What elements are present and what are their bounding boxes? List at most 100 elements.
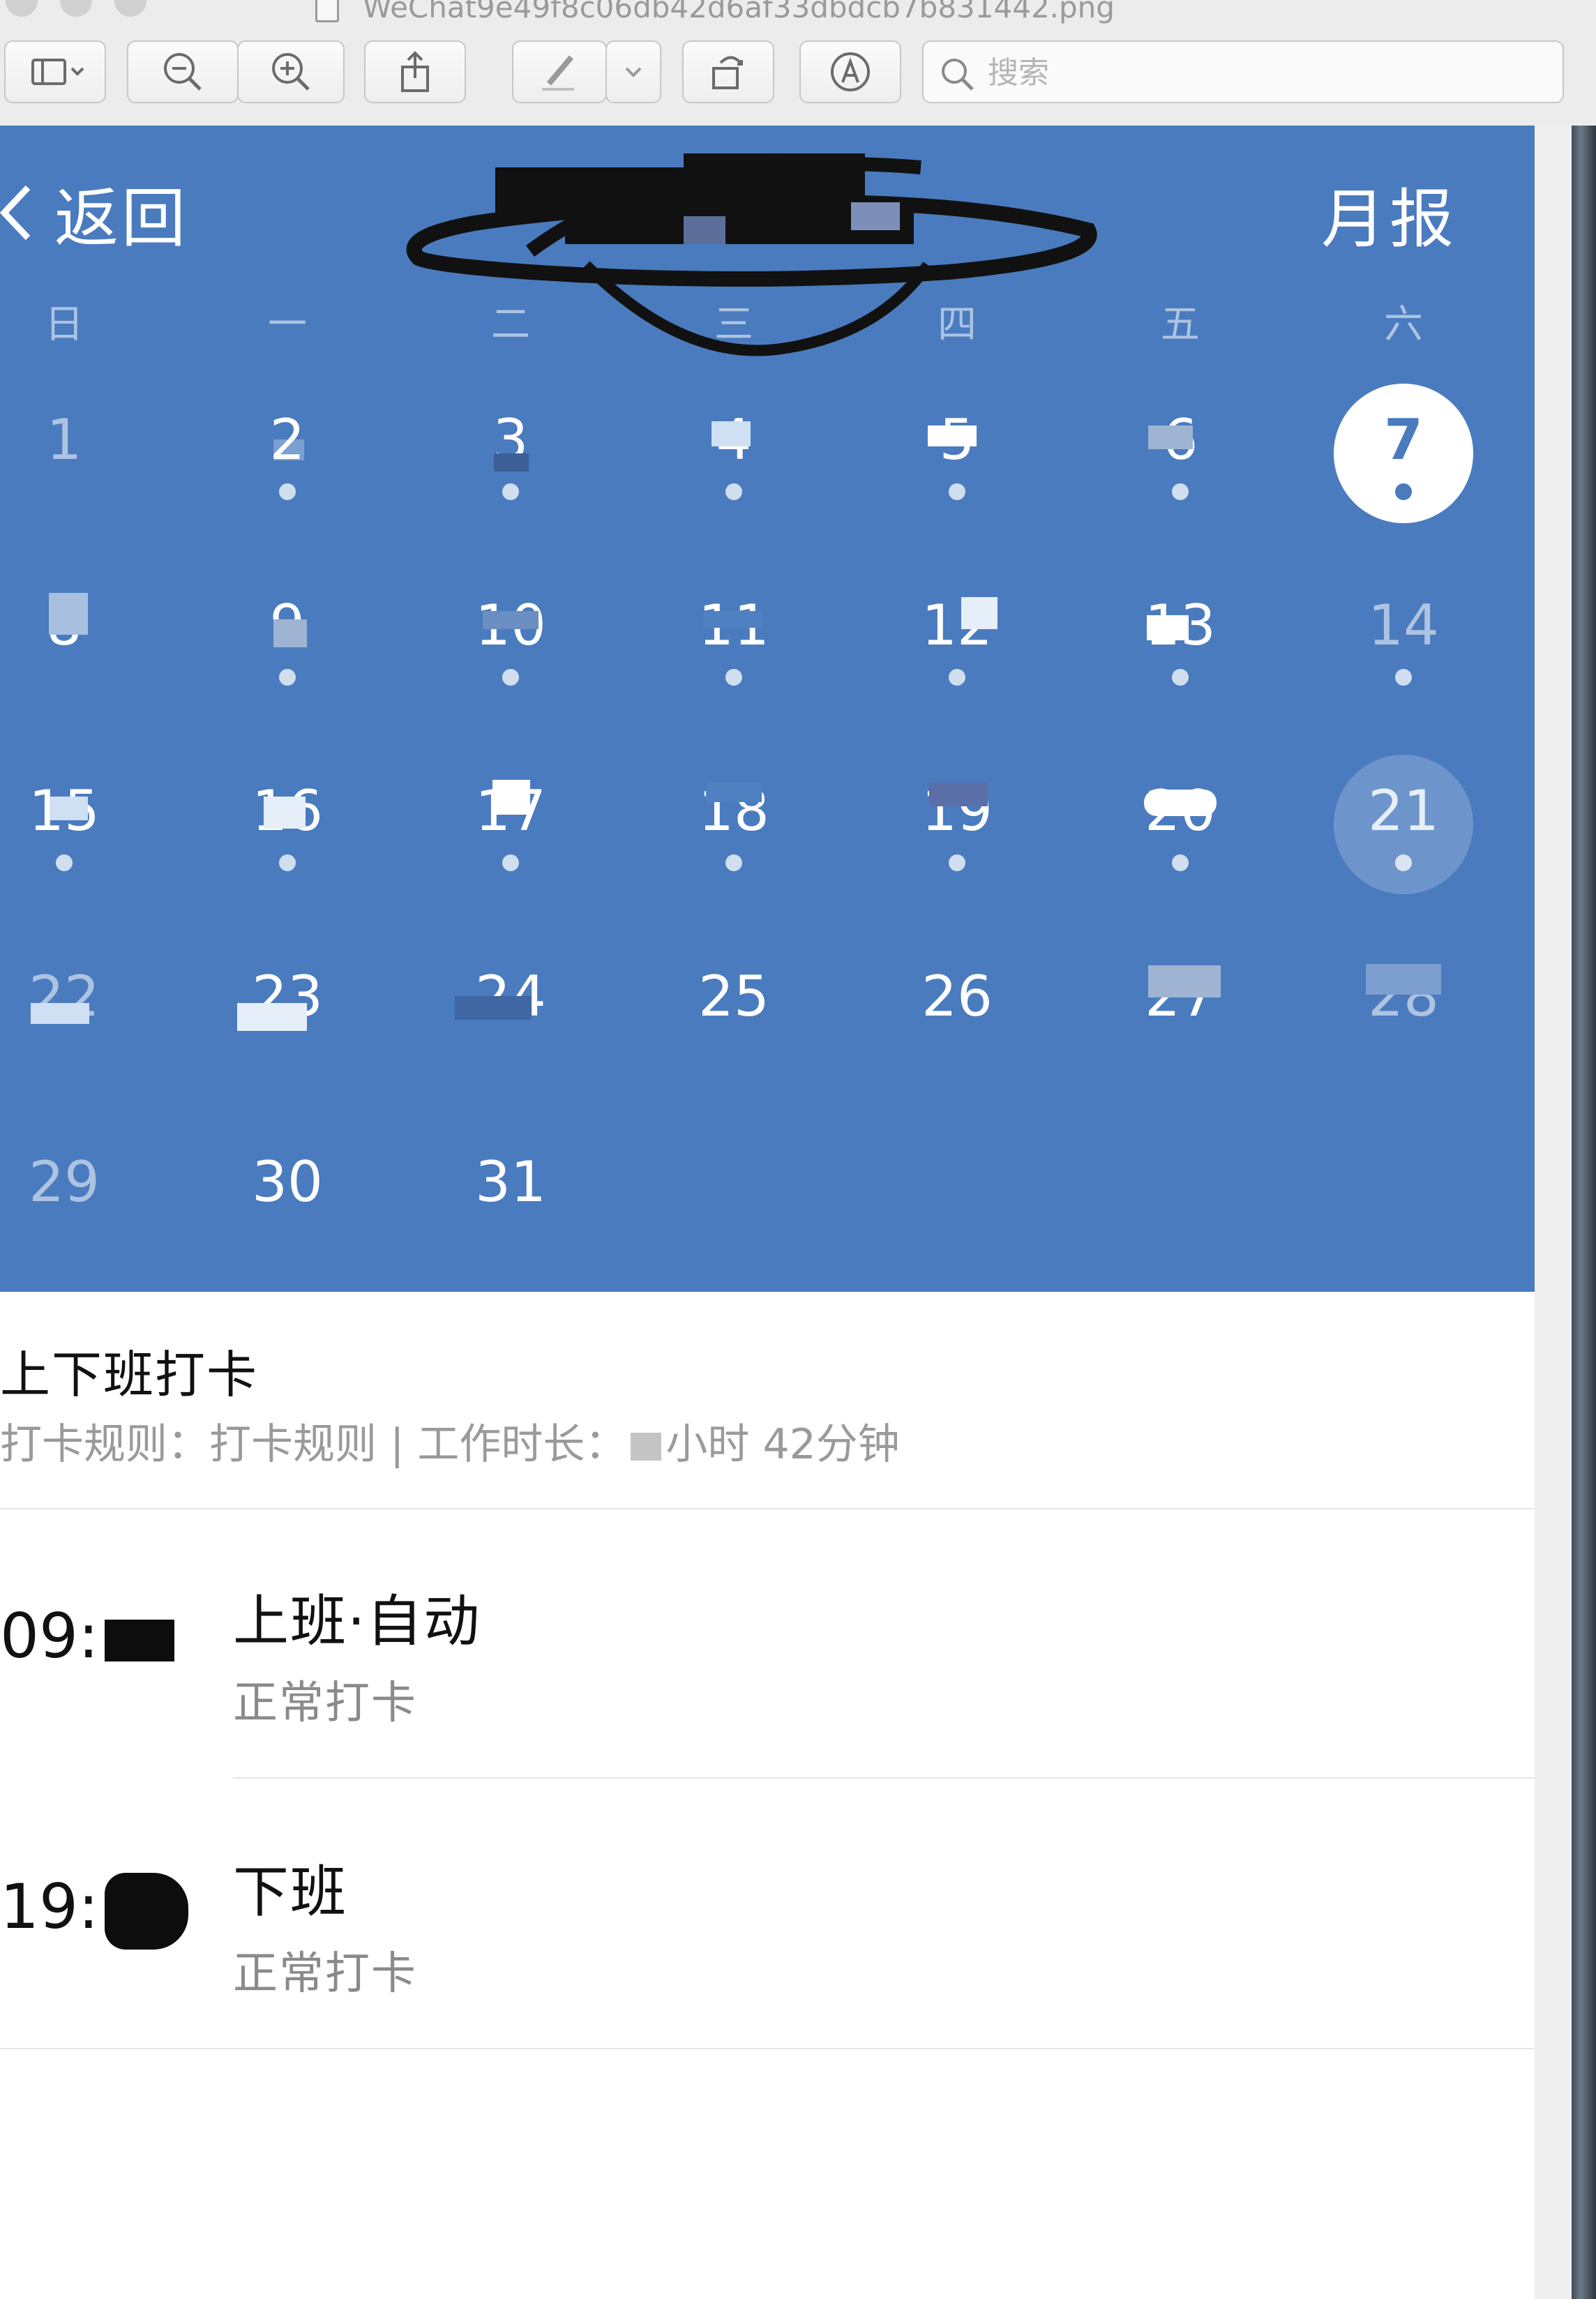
weekday-header: 日 一 二 三 四 五 六 <box>0 293 1535 363</box>
calendar-day[interactable]: 18 <box>664 755 804 894</box>
zoom-in-icon <box>272 53 310 91</box>
pixel-mask <box>1148 425 1193 449</box>
minutes-value: 42 <box>762 1420 816 1469</box>
pixel-mask <box>1366 964 1441 995</box>
pixel-mask <box>237 1003 307 1031</box>
pixel-mask <box>483 611 539 629</box>
divider <box>0 2048 1535 2049</box>
calendar-day[interactable]: 6 <box>1111 384 1250 523</box>
record-dot <box>1172 483 1189 500</box>
record-dot <box>56 854 73 871</box>
share-button[interactable] <box>364 40 466 103</box>
calendar-day[interactable]: 12 <box>887 569 1027 709</box>
calendar-day[interactable]: 19 <box>887 755 1027 894</box>
rule-prefix: 打卡规则：打卡规则 | 工作时长： <box>0 1420 627 1469</box>
minutes-suffix: 分钟 <box>815 1420 900 1469</box>
pixel-mask <box>49 593 88 635</box>
calendar-day[interactable]: 10 <box>441 569 580 709</box>
calendar-day[interactable]: 13 <box>1111 569 1250 709</box>
close-window-button[interactable] <box>6 0 38 17</box>
record-dot <box>725 669 742 686</box>
punch-time: 09: <box>0 1600 174 1672</box>
punch-record[interactable]: 19: 下班 正常打卡 <box>0 1780 1535 2051</box>
markup-pen-button[interactable] <box>512 40 607 103</box>
calendar-day[interactable]: 16 <box>218 755 357 894</box>
calendar-day[interactable]: 9 <box>218 569 357 709</box>
back-label: 返回 <box>54 181 189 256</box>
calendar-panel: 返回 月报 日 一 二 三 四 五 六 1 2 <box>0 126 1535 1292</box>
punch-record[interactable]: 09: 上班·自动 正常打卡 <box>0 1509 1535 1780</box>
punch-label: 上班·自动 <box>233 1589 481 1654</box>
record-dot <box>502 483 519 500</box>
calendar-day[interactable]: 26 <box>887 940 1027 1080</box>
window-title: WeChat9e49f8c06db42d6af33dbdcb7b831442.p… <box>363 0 1115 24</box>
redacted-minutes <box>104 1873 188 1950</box>
record-dot <box>725 854 742 871</box>
pixel-mask <box>961 597 998 629</box>
zoom-out-button[interactable] <box>127 40 239 103</box>
weekday-sun: 日 <box>45 302 84 347</box>
pixel-mask <box>631 1433 662 1461</box>
calendar-day[interactable]: 29 <box>0 1126 134 1265</box>
record-dot <box>949 483 965 500</box>
weekday-fri: 五 <box>1161 302 1200 347</box>
pixel-mask <box>706 783 762 802</box>
markup-options-button[interactable] <box>605 40 661 103</box>
search-field[interactable] <box>922 40 1564 103</box>
weekday-sat: 六 <box>1384 302 1423 347</box>
sidebar-toggle-button[interactable] <box>4 40 106 103</box>
calendar-day-selected[interactable]: 21 <box>1334 755 1473 894</box>
zoom-in-button[interactable] <box>237 40 345 103</box>
calendar-day[interactable]: 20 <box>1111 755 1250 894</box>
calendar-day[interactable]: 8 <box>0 569 134 709</box>
record-dot <box>949 854 965 871</box>
search-input[interactable] <box>986 52 1547 93</box>
pixel-mask <box>712 421 751 446</box>
sidebar-icon <box>31 59 84 85</box>
annotate-icon <box>831 52 870 91</box>
calendar-day[interactable]: 25 <box>664 940 804 1080</box>
record-dot <box>1395 669 1412 686</box>
pixel-mask <box>494 453 529 472</box>
calendar-day[interactable]: 17 <box>441 755 580 894</box>
calendar-day[interactable]: 1 <box>0 384 134 523</box>
weekday-tue: 二 <box>491 302 530 347</box>
calendar-day[interactable]: 11 <box>664 569 804 709</box>
punch-time: 19: <box>0 1871 188 1950</box>
pen-icon <box>542 55 574 91</box>
calendar-day[interactable]: 3 <box>441 384 580 523</box>
monthly-report-button[interactable]: 月报 <box>1321 167 1458 260</box>
calendar-day[interactable]: 31 <box>441 1126 580 1265</box>
rotate-icon <box>712 56 743 89</box>
calendar-day[interactable]: 24 <box>441 940 580 1080</box>
calendar-day[interactable]: 28 <box>1334 940 1473 1080</box>
document-icon <box>315 0 339 22</box>
calendar-day[interactable]: 5 <box>887 384 1027 523</box>
calendar-day[interactable]: 2 <box>218 384 357 523</box>
attendance-rule: 打卡规则：打卡规则 | 工作时长： 小时 42分钟 <box>0 1410 900 1471</box>
weekday-thu: 四 <box>938 302 977 347</box>
calendar-day[interactable]: 22 <box>0 940 134 1080</box>
record-dot <box>1172 669 1189 686</box>
pixel-mask <box>1147 615 1189 640</box>
pixel-mask <box>929 783 988 806</box>
redacted-minutes <box>104 1620 174 1662</box>
record-dot <box>502 854 519 871</box>
record-dot <box>1395 854 1412 871</box>
zoom-window-button[interactable] <box>114 0 146 17</box>
calendar-day[interactable]: 15 <box>0 755 134 894</box>
desktop-background <box>1535 126 1596 2299</box>
calendar-day[interactable]: 23 <box>218 940 357 1080</box>
calendar-day[interactable]: 14 <box>1334 569 1473 709</box>
calendar-day-today[interactable]: 7 <box>1334 384 1473 523</box>
annotate-button[interactable] <box>799 40 901 103</box>
calendar-day[interactable]: 4 <box>664 384 804 523</box>
back-button[interactable]: 返回 <box>0 174 188 256</box>
calendar-day[interactable]: 30 <box>218 1126 357 1265</box>
pixel-mask <box>455 996 532 1020</box>
record-dot <box>949 669 965 686</box>
rotate-button[interactable] <box>682 40 774 103</box>
hours-suffix: 小时 <box>665 1420 750 1469</box>
minimize-window-button[interactable] <box>60 0 92 17</box>
calendar-day[interactable]: 27 <box>1111 940 1250 1080</box>
